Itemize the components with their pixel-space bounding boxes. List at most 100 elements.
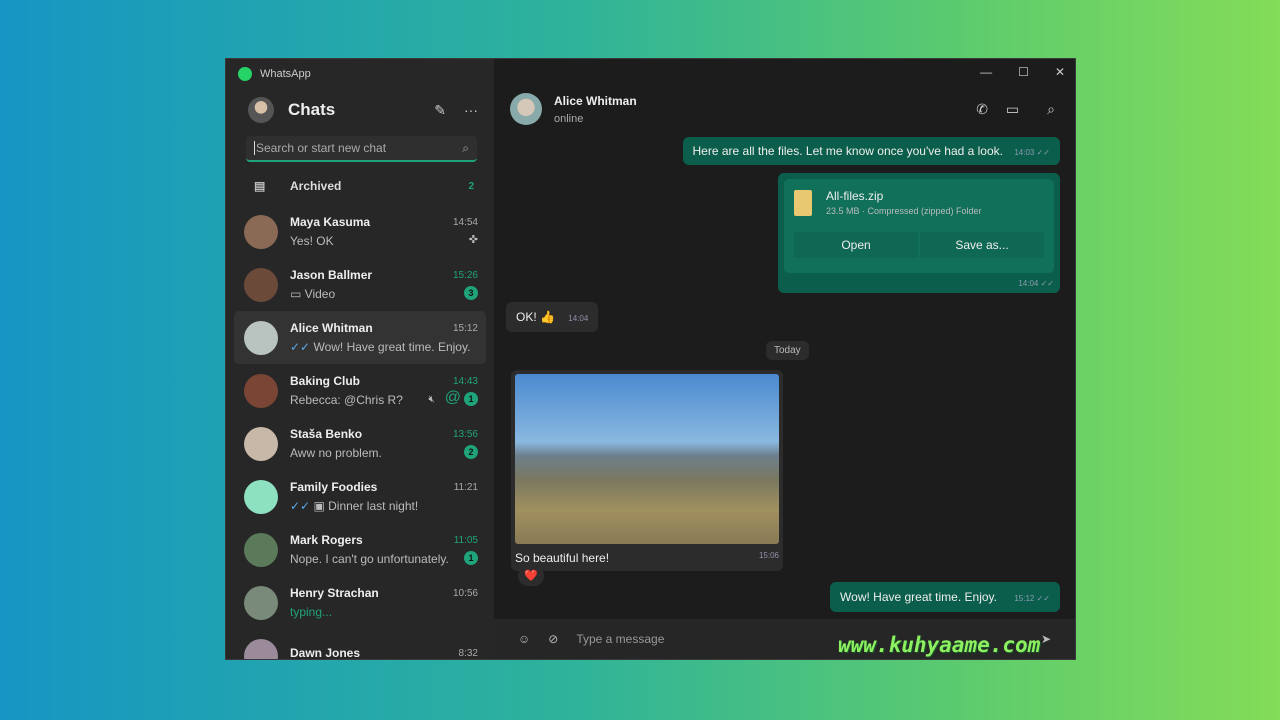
message-text: Here are all the files. Let me know once…	[692, 144, 1003, 158]
page-title: Chats	[288, 100, 336, 119]
profile-avatar[interactable]	[248, 97, 274, 123]
new-chat-icon[interactable]: ✎	[434, 102, 446, 119]
pin-icon: ✜	[468, 233, 478, 246]
chat-preview: ✓✓ Wow! Have great time. Enjoy.	[290, 340, 470, 354]
chat-avatar	[244, 426, 278, 461]
preview-text: Wow! Have great time. Enjoy.	[313, 340, 471, 354]
unread-badge: 1	[464, 550, 478, 565]
chat-list-item[interactable]: Henry Strachan 10:56 typing...	[234, 576, 486, 629]
chat-time: 11:21	[453, 481, 478, 493]
attach-icon[interactable]: ⊘	[548, 632, 558, 646]
chat-name: Alice Whitman	[290, 321, 373, 335]
chat-list-item[interactable]: Alice Whitman 15:12 ✓✓ Wow! Have great tim…	[234, 311, 486, 364]
chat-avatar	[244, 267, 278, 302]
video-call-icon[interactable]: ▭	[1006, 101, 1019, 118]
chat-name: Baking Club	[290, 374, 361, 388]
chat-time: 15:12	[452, 322, 478, 334]
chat-preview: typing...	[290, 605, 332, 619]
read-receipt-icon: ✓✓	[290, 340, 314, 354]
reaction-badge[interactable]: ❤️	[518, 566, 544, 586]
message-outgoing: Here are all the files. Let me know once…	[682, 137, 1060, 165]
message-time: 15:12	[1014, 594, 1035, 603]
preview-text: Video	[304, 287, 336, 301]
chat-time: 8:32	[458, 647, 478, 659]
message-text: OK! 👍	[516, 310, 555, 324]
file-message: All-files.zip 23.5 MB · Compressed (zippe…	[778, 173, 1060, 293]
whatsapp-window: WhatsApp Chats ✎ ··· Search or start new…	[225, 58, 1076, 660]
chat-avatar	[244, 585, 278, 620]
preview-text: Nope. I can't go unfortunately.	[290, 552, 449, 566]
message-incoming: OK! 👍 14:04	[506, 302, 599, 332]
chat-name: Jason Ballmer	[290, 268, 373, 282]
preview-text: Yes! OK	[290, 234, 334, 248]
chat-time: 13:56	[452, 428, 478, 440]
chat-list-item[interactable]: Maya Kasuma 14:54 Yes! OK ✜	[234, 205, 486, 258]
contact-name: Alice Whitman	[554, 93, 637, 108]
message-time: 14:03	[1014, 148, 1035, 157]
search-input[interactable]: Search or start new chat ⌕	[246, 136, 477, 162]
search-placeholder: Search or start new chat	[254, 141, 462, 155]
maximize-icon[interactable]: ☐	[1018, 65, 1029, 79]
open-file-button[interactable]: Open	[794, 232, 918, 258]
photo-message: So beautiful here! 15:06	[511, 370, 783, 571]
whatsapp-logo-icon	[238, 67, 252, 81]
unread-badge: 1	[464, 391, 478, 406]
watermark: www.kuhyaame.com	[838, 633, 1041, 657]
date-divider: Today	[766, 341, 809, 360]
message-time: 14:04	[568, 314, 589, 323]
message-text: Wow! Have great time. Enjoy.	[840, 590, 997, 604]
chat-list: Maya Kasuma 14:54 Yes! OK ✜ Jason Ballmer 15:…	[234, 205, 486, 659]
send-icon[interactable]: ➤	[1041, 632, 1051, 646]
chat-name: Henry Strachan	[290, 586, 379, 600]
chat-name: Mark Rogers	[290, 533, 363, 547]
message-time: 14:04	[1018, 279, 1039, 288]
unread-badge: 2	[464, 444, 478, 459]
file-info: 23.5 MB · Compressed (zipped) Folder	[826, 206, 982, 216]
chat-list-item[interactable]: Dawn Jones 8:32	[234, 629, 486, 659]
archived-label: Archived	[290, 179, 342, 193]
title-bar: WhatsApp	[226, 59, 494, 89]
chat-avatar	[244, 479, 278, 514]
search-chat-icon[interactable]: ⌕	[1047, 101, 1055, 118]
chat-time: 15:26	[452, 269, 478, 281]
more-options-icon[interactable]: ···	[464, 102, 478, 118]
preview-text: typing...	[290, 605, 333, 619]
emoji-icon[interactable]: ☺	[518, 632, 530, 646]
close-icon[interactable]: ✕	[1055, 65, 1065, 79]
chat-list-item[interactable]: Family Foodies 11:21 ✓✓ ▣ Dinner last nigh…	[234, 470, 486, 523]
chat-list-item[interactable]: Staša Benko 13:56 Aww no problem. 2	[234, 417, 486, 470]
unread-badge: 3	[464, 285, 478, 300]
video-icon: ▭	[290, 287, 305, 301]
archived-row[interactable]: ▤ Archived 2	[254, 173, 474, 199]
preview-text: Dinner last night!	[328, 499, 419, 513]
file-name: All-files.zip	[826, 189, 884, 203]
chat-name: Family Foodies	[290, 480, 378, 494]
chat-time: 14:43	[452, 375, 478, 387]
chat-list-item[interactable]: Jason Ballmer 15:26 ▭ Video 3	[234, 258, 486, 311]
save-as-button[interactable]: Save as...	[920, 232, 1044, 258]
chat-preview: ▭ Video	[290, 287, 335, 301]
zip-file-icon	[794, 189, 812, 216]
chat-avatar	[244, 638, 278, 659]
chat-preview: Nope. I can't go unfortunately.	[290, 552, 449, 566]
landscape-photo[interactable]	[515, 374, 779, 544]
chat-list-item[interactable]: Mark Rogers 11:05 Nope. I can't go unfortu…	[234, 523, 486, 576]
contact-avatar[interactable]	[510, 93, 542, 125]
voice-call-icon[interactable]: ✆	[976, 101, 988, 118]
archive-icon: ▤	[254, 179, 266, 193]
chat-header[interactable]: Alice Whitman online ✆ ▭ ⌕	[494, 89, 1075, 129]
chat-avatar	[244, 373, 278, 408]
chat-pane: — ☐ ✕ Alice Whitman online ✆ ▭ ⌕ Here are a…	[494, 59, 1075, 659]
preview-text: Aww no problem.	[290, 446, 382, 460]
chat-list-item[interactable]: Baking Club 14:43 Rebecca: @Chris R? 🔇︎ @1	[234, 364, 486, 417]
muted-icon: 🔇︎	[428, 393, 435, 405]
chat-avatar	[244, 532, 278, 567]
message-time: 15:06	[758, 551, 779, 560]
minimize-icon[interactable]: —	[980, 65, 992, 79]
chat-time: 10:56	[452, 587, 478, 599]
preview-text: Rebecca: @Chris R?	[290, 393, 403, 407]
photo-icon: ▣	[313, 499, 329, 513]
app-title: WhatsApp	[260, 68, 311, 80]
archived-count: 2	[468, 180, 474, 192]
contact-status: online	[554, 112, 584, 125]
